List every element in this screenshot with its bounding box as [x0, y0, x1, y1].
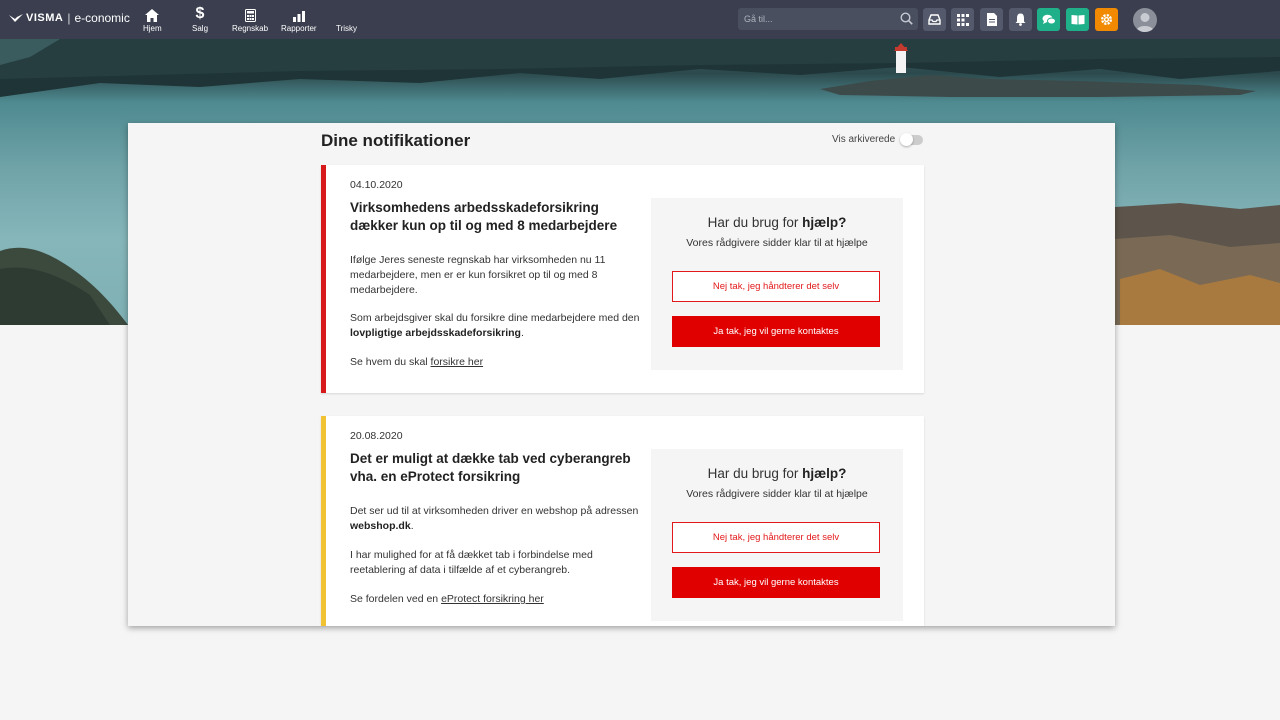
help-subtitle: Vores rådgivere sidder klar til at hjælp…: [686, 488, 868, 500]
archive-toggle[interactable]: [900, 132, 924, 146]
notification-paragraph: Ifølge Jeres seneste regnskab har virkso…: [350, 254, 606, 296]
notification-date: 04.10.2020: [350, 179, 403, 191]
decline-button[interactable]: Nej tak, jeg håndterer det selv: [672, 522, 880, 553]
notification-paragraph: I har mulighed for at få dækket tab i fo…: [350, 549, 593, 576]
help-question: Har du brug for hjælp?: [707, 215, 847, 230]
contact-me-button[interactable]: Ja tak, jeg vil gerne kontaktes: [672, 567, 880, 598]
apps-button[interactable]: [951, 8, 974, 31]
notifications-panel: Dine notifikationer Vis arkiverede 04.10…: [128, 123, 1115, 626]
visma-wing-icon: [9, 14, 23, 22]
notification-accent-bar: [321, 165, 326, 393]
decline-button[interactable]: Nej tak, jeg håndterer det selv: [672, 271, 880, 302]
bell-icon: [1015, 13, 1026, 26]
notification-heading: Virksomhedens arbedsskadeforsikring dækk…: [350, 200, 618, 233]
help-box: Har du brug for hjælp? Vores rådgivere s…: [651, 449, 903, 621]
settings-button[interactable]: [1095, 8, 1118, 31]
chat-icon: [1042, 14, 1056, 24]
notification-accent-bar: [321, 416, 326, 626]
nav-regnskab[interactable]: Regnskab: [232, 6, 268, 33]
logo[interactable]: VISMA | e-conomic: [9, 11, 130, 25]
archive-filter: Vis arkiverede: [832, 132, 924, 146]
nav-hjem[interactable]: Hjem: [143, 6, 162, 33]
nav-rapporter[interactable]: Rapporter: [281, 6, 317, 33]
help-box: Har du brug for hjælp? Vores rådgivere s…: [651, 198, 903, 370]
home-icon: [145, 6, 160, 22]
logo-brand: VISMA: [26, 12, 64, 24]
avatar[interactable]: [1133, 8, 1157, 32]
notifications-button[interactable]: [1009, 8, 1032, 31]
document-icon: [986, 13, 997, 26]
grid-icon: [956, 13, 969, 26]
notification-card: 20.08.2020 Det er muligt at dække tab ve…: [321, 416, 924, 626]
documents-button[interactable]: [980, 8, 1003, 31]
user-avatar-icon: [1136, 13, 1154, 32]
help-book-button[interactable]: [1066, 8, 1089, 31]
insurance-link[interactable]: forsikre her: [431, 356, 484, 368]
notification-paragraph: Se hvem du skal forsikre her: [350, 356, 484, 368]
logo-product: e-conomic: [74, 11, 130, 25]
notification-heading: Det er muligt at dække tab ved cyberangr…: [350, 451, 631, 484]
notification-paragraph: Se fordelen ved en eProtect forsikring h…: [350, 593, 544, 605]
inbox-button[interactable]: [923, 8, 946, 31]
search-input[interactable]: [744, 14, 894, 24]
highlight-text: webshop.dk: [350, 520, 411, 532]
gear-icon: [1100, 13, 1113, 26]
eprotect-link[interactable]: eProtect forsikring her: [441, 593, 544, 605]
notification-paragraph: Det ser ud til at virksomheden driver en…: [350, 505, 639, 532]
search-icon[interactable]: [900, 12, 913, 25]
notification-card: 04.10.2020 Virksomhedens arbedsskadefors…: [321, 165, 924, 393]
bar-chart-icon: [292, 6, 305, 22]
archive-toggle-label: Vis arkiverede: [832, 134, 896, 145]
calculator-icon: [244, 6, 256, 22]
help-subtitle: Vores rådgivere sidder klar til at hjælp…: [686, 237, 868, 249]
nav-trisky[interactable]: Trisky: [336, 6, 357, 33]
help-question: Har du brug for hjælp?: [707, 466, 847, 481]
top-bar: VISMA | e-conomic Hjem $ Salg Regnskab R…: [0, 0, 1280, 39]
book-icon: [1071, 15, 1084, 25]
chat-button[interactable]: [1037, 8, 1060, 31]
nav-salg[interactable]: $ Salg: [192, 5, 208, 34]
page-title: Dine notifikationer: [321, 131, 471, 150]
contact-me-button[interactable]: Ja tak, jeg vil gerne kontaktes: [672, 316, 880, 347]
highlight-text: lovpligtige arbejdsskadeforsikring: [350, 327, 521, 339]
notification-paragraph: Som arbejdsgiver skal du forsikre dine m…: [350, 312, 640, 339]
notification-date: 20.08.2020: [350, 430, 403, 442]
dollar-icon: $: [195, 5, 205, 22]
search-box: [738, 8, 918, 30]
inbox-icon: [928, 14, 941, 25]
